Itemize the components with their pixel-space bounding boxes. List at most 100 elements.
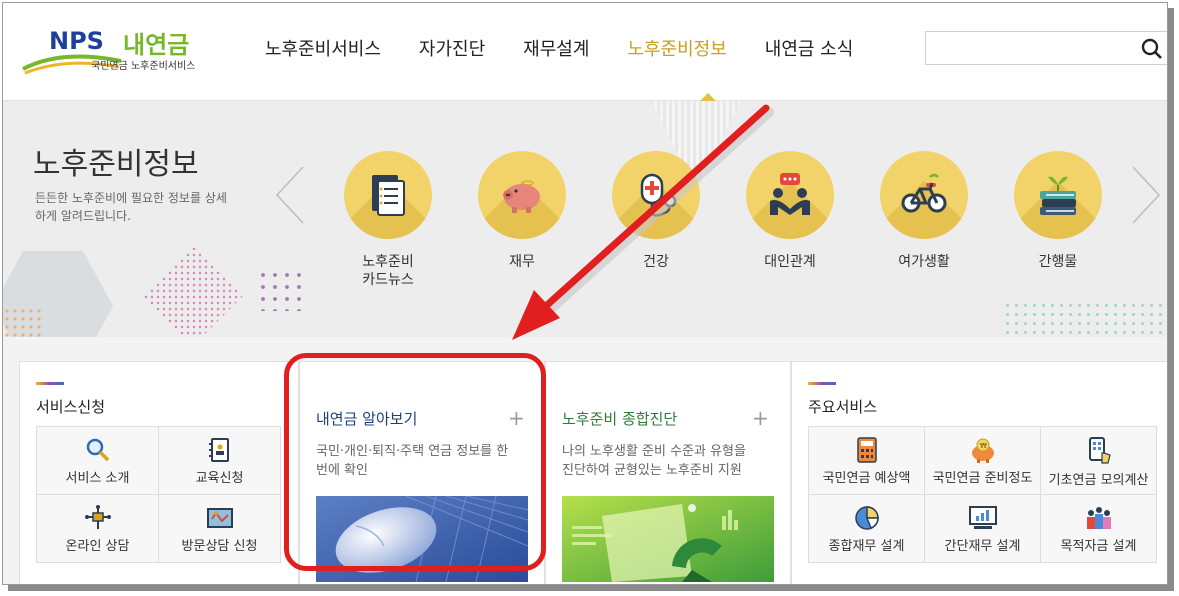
frame-shadow-bottom [8,585,1174,591]
active-nav-indicator [700,93,716,101]
grid-label: 온라인 상담 [65,539,130,554]
category-circle [612,151,700,239]
browser-viewport: NPS 내연금 국민연금 노후준비서비스 노후준비서비스 자가진단 재무설계 노… [2,2,1168,585]
panel-description: 나의 노후생활 준비 수준과 유형을 진단하여 균형있는 노후준비 지원 [562,444,746,478]
orange-dot-decoration [3,307,43,337]
category-cardnews[interactable]: 노후준비 카드뉴스 [333,151,443,289]
stethoscope-icon [640,173,677,217]
visit-consult-button[interactable]: 방문상담 신청 [159,495,281,563]
panel-title[interactable]: 내연금 알아보기 [316,408,417,429]
logo-nps: NPS [49,27,104,55]
category-publications[interactable]: 간행물 [1003,151,1113,271]
banner-description: 든든한 노후준비에 필요한 정보를 상세하게 알려드립니다. [35,191,227,223]
retirement-diagnosis-more-button[interactable]: + [752,406,769,430]
nav-financial-planning[interactable]: 재무설계 [523,35,589,61]
pension-estimate-button[interactable]: 국민연금 예상액 [809,427,925,495]
panel-title: 주요서비스 [808,398,878,416]
simple-finance-button[interactable]: 간단재무 설계 [925,495,1041,563]
grid-label: 서비스 소개 [65,471,130,486]
comprehensive-finance-button[interactable]: 종합재무 설계 [809,495,925,563]
category-label: 건강 [643,254,669,270]
main-services-grid: 국민연금 예상액 ₩ 국민연금 준비정도 기초연금 모의계산 종합재무 설계 간… [808,426,1157,563]
nav-pension-news[interactable]: 내연금 소식 [765,35,854,61]
panel-accent-bar [808,382,836,385]
site-header: NPS 내연금 국민연금 노후준비서비스 노후준비서비스 자가진단 재무설계 노… [3,3,1167,101]
people-group-icon [1086,507,1111,529]
category-label: 여가생활 [898,254,950,270]
magnifier-icon [86,438,109,462]
logo-brand: 내연금 [123,31,190,59]
basic-pension-calc-button[interactable]: 기초연금 모의계산 [1041,427,1157,495]
pie-chart-icon [854,506,879,530]
people-icon [770,173,810,215]
category-circle [1014,151,1102,239]
main-services-panel: 주요서비스 국민연금 예상액 ₩ 국민연금 준비정도 기초연금 모의계산 종합재… [791,361,1167,584]
online-consult-button[interactable]: 온라인 상담 [37,495,159,563]
monitor-chart-icon [968,506,997,529]
nav-retirement-info[interactable]: 노후준비정보 [627,35,726,61]
education-apply-button[interactable]: 교육신청 [159,427,281,495]
banner-title: 노후준비정보 [33,147,199,182]
category-label: 대인관계 [764,254,816,270]
search-icon[interactable] [1141,38,1163,60]
carousel-next-icon[interactable] [1131,165,1161,225]
panel-accent-bar [36,382,64,385]
info-banner: 노후준비정보 든든한 노후준비에 필요한 정보를 상세하게 알려드립니다. 노후… [3,101,1167,337]
search-box [925,31,1167,65]
carousel-prev-icon[interactable] [275,165,305,225]
books-icon [1040,176,1076,215]
network-icon [84,505,111,529]
svg-text:₩: ₩ [980,442,987,450]
piggy-bank-icon [503,180,540,213]
bicycle-icon [901,173,947,213]
pension-overview-panel[interactable]: 내연금 알아보기 + 국민·개인·퇴직·주택 연금 정보를 한 번에 확인 [299,361,545,584]
search-input[interactable] [926,32,1126,64]
frame-shadow-right [1168,8,1174,591]
category-circle [478,151,566,239]
site-logo[interactable]: NPS 내연금 국민연금 노후준비서비스 [21,23,211,75]
category-label: 노후준비 카드뉴스 [362,254,414,288]
map-icon [206,508,233,528]
retirement-diagnosis-panel[interactable]: 노후준비 종합진단 + 나의 노후생활 준비 수준과 유형을 진단하여 균형있는… [545,361,791,584]
mouse-keyboard-image [316,496,528,582]
green-dot-decoration [1003,301,1167,337]
category-circle [880,151,968,239]
nav-self-diagnosis[interactable]: 자가진단 [419,35,485,61]
service-intro-button[interactable]: 서비스 소개 [37,427,159,495]
pension-readiness-button[interactable]: ₩ 국민연금 준비정도 [925,427,1041,495]
grid-label: 간단재무 설계 [944,539,1021,554]
panel-title: 서비스신청 [36,398,106,416]
category-relationships[interactable]: 대인관계 [735,151,845,271]
service-apply-grid: 서비스 소개 교육신청 온라인 상담 방문상담 신청 [36,426,281,563]
category-circle [746,151,834,239]
retirement-diagnosis-image[interactable] [562,496,774,582]
content-panels: 서비스신청 서비스 소개 교육신청 온라인 상담 방문상담 신청 내연금 알아보… [3,337,1167,584]
grid-label: 국민연금 예상액 [822,471,911,486]
green-chart-image [562,496,774,582]
category-circle [344,151,432,239]
category-label: 재무 [509,254,535,270]
piggy-coin-icon: ₩ [971,438,994,463]
grid-label: 종합재무 설계 [828,539,905,554]
calculator-icon [856,437,877,463]
purple-dot-decoration [257,269,305,311]
notebook-icon [208,438,229,462]
pension-overview-more-button[interactable]: + [508,406,525,430]
diamond-dot-decoration [143,246,243,337]
grid-label: 방문상담 신청 [181,539,258,554]
nav-retirement-service[interactable]: 노후준비서비스 [265,35,381,61]
panel-title[interactable]: 노후준비 종합진단 [562,408,677,429]
phone-touch-icon [1088,437,1111,464]
category-leisure[interactable]: 여가생활 [869,151,979,271]
cardnews-icon [372,175,405,216]
grid-label: 기초연금 모의계산 [1048,473,1149,488]
purpose-fund-button[interactable]: 목적자금 설계 [1041,495,1157,563]
category-finance[interactable]: 재무 [467,151,577,271]
category-health[interactable]: 건강 [601,151,711,271]
panel-description: 국민·개인·퇴직·주택 연금 정보를 한 번에 확인 [316,444,509,478]
grid-label: 국민연금 준비정도 [932,471,1033,486]
pension-overview-image[interactable] [316,496,528,582]
grid-label: 목적자금 설계 [1060,539,1137,554]
service-apply-panel: 서비스신청 서비스 소개 교육신청 온라인 상담 방문상담 신청 [19,361,299,584]
logo-subtitle: 국민연금 노후준비서비스 [91,61,196,72]
